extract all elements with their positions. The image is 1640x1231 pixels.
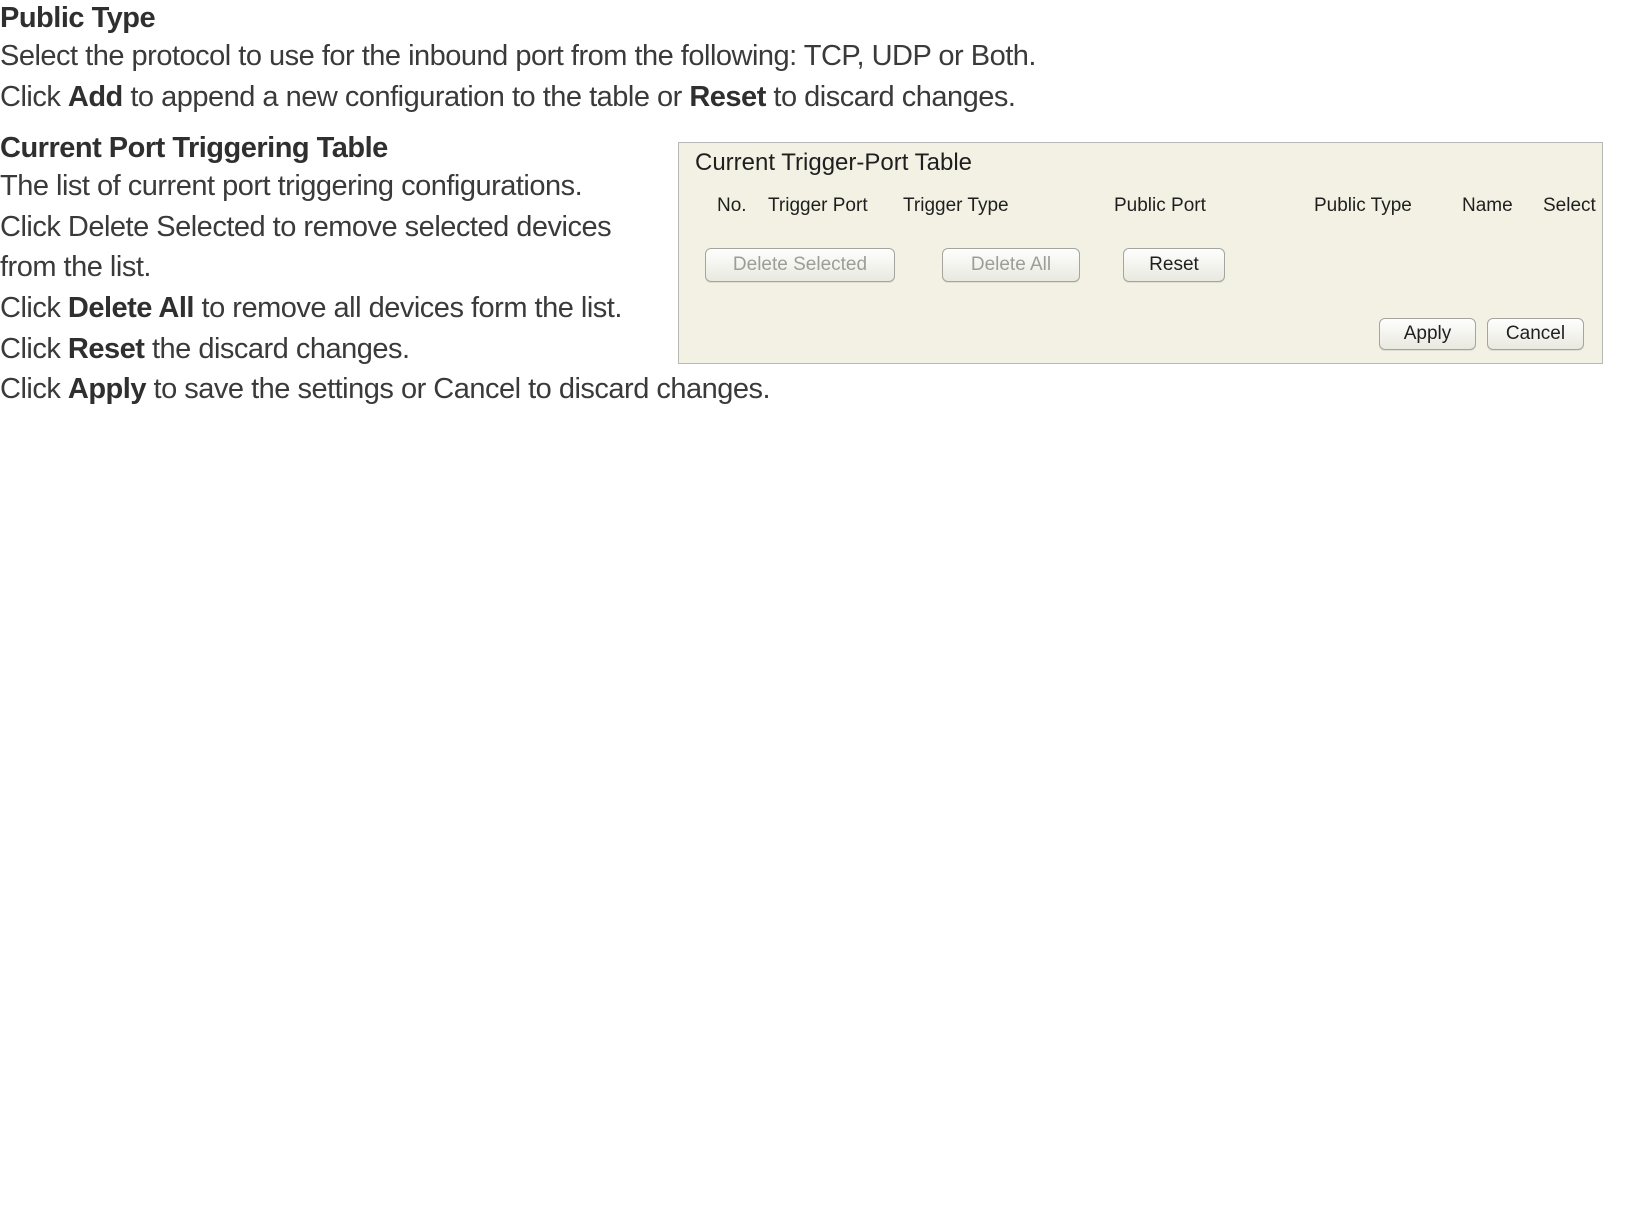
text-bold-apply: Apply [68,373,146,405]
text-bold-reset2: Reset [68,333,145,365]
text-frag: Click [0,292,68,324]
col-public-type: Public Type [1314,195,1412,217]
text-frag: Click [0,373,68,405]
col-public-port: Public Port [1114,195,1206,217]
col-name: Name [1462,195,1513,217]
para-delete-all: Click Delete All to remove all devices f… [0,288,640,329]
text-frag: to save the settings or Cancel to discar… [146,373,770,405]
heading-current-port-triggering: Current Port Triggering Table [0,130,640,166]
text-frag: the discard changes. [144,333,409,365]
trigger-port-table-panel: Current Trigger-Port Table No. Trigger P… [678,142,1603,364]
table-header-row: No. Trigger Port Trigger Type Public Por… [679,195,1602,225]
para-reset: Click Reset the discard changes. [0,329,640,370]
text-frag: Click [0,333,68,365]
text-bold-add: Add [68,81,123,113]
cancel-button[interactable]: Cancel [1487,318,1584,350]
col-trigger-port: Trigger Port [768,195,868,217]
text-bold-reset: Reset [689,81,766,113]
para-public-type-desc: Select the protocol to use for the inbou… [0,36,1040,77]
text-frag: Click [0,81,68,113]
col-select: Select [1543,195,1596,217]
delete-all-button[interactable]: Delete All [942,248,1080,282]
text-frag: to remove all devices form the list. [194,292,622,324]
text-frag: to discard changes. [766,81,1016,113]
section-public-type: Public Type Select the protocol to use f… [0,0,1040,117]
col-no: No. [717,195,747,217]
panel-title: Current Trigger-Port Table [695,149,972,177]
col-trigger-type: Trigger Type [903,195,1009,217]
delete-selected-button[interactable]: Delete Selected [705,248,895,282]
para-apply: Click Apply to save the settings or Canc… [0,369,800,410]
para-add-reset: Click Add to append a new configuration … [0,77,1040,118]
para-list-desc: The list of current port triggering conf… [0,166,640,207]
text-frag: to append a new configuration to the tab… [123,81,690,113]
reset-button[interactable]: Reset [1123,248,1225,282]
apply-button[interactable]: Apply [1379,318,1476,350]
section-current-port-triggering: Current Port Triggering Table The list o… [0,130,640,410]
text-bold-delete-all: Delete All [68,292,194,324]
para-delete-selected: Click Delete Selected to remove selected… [0,207,640,288]
heading-public-type: Public Type [0,0,1040,36]
